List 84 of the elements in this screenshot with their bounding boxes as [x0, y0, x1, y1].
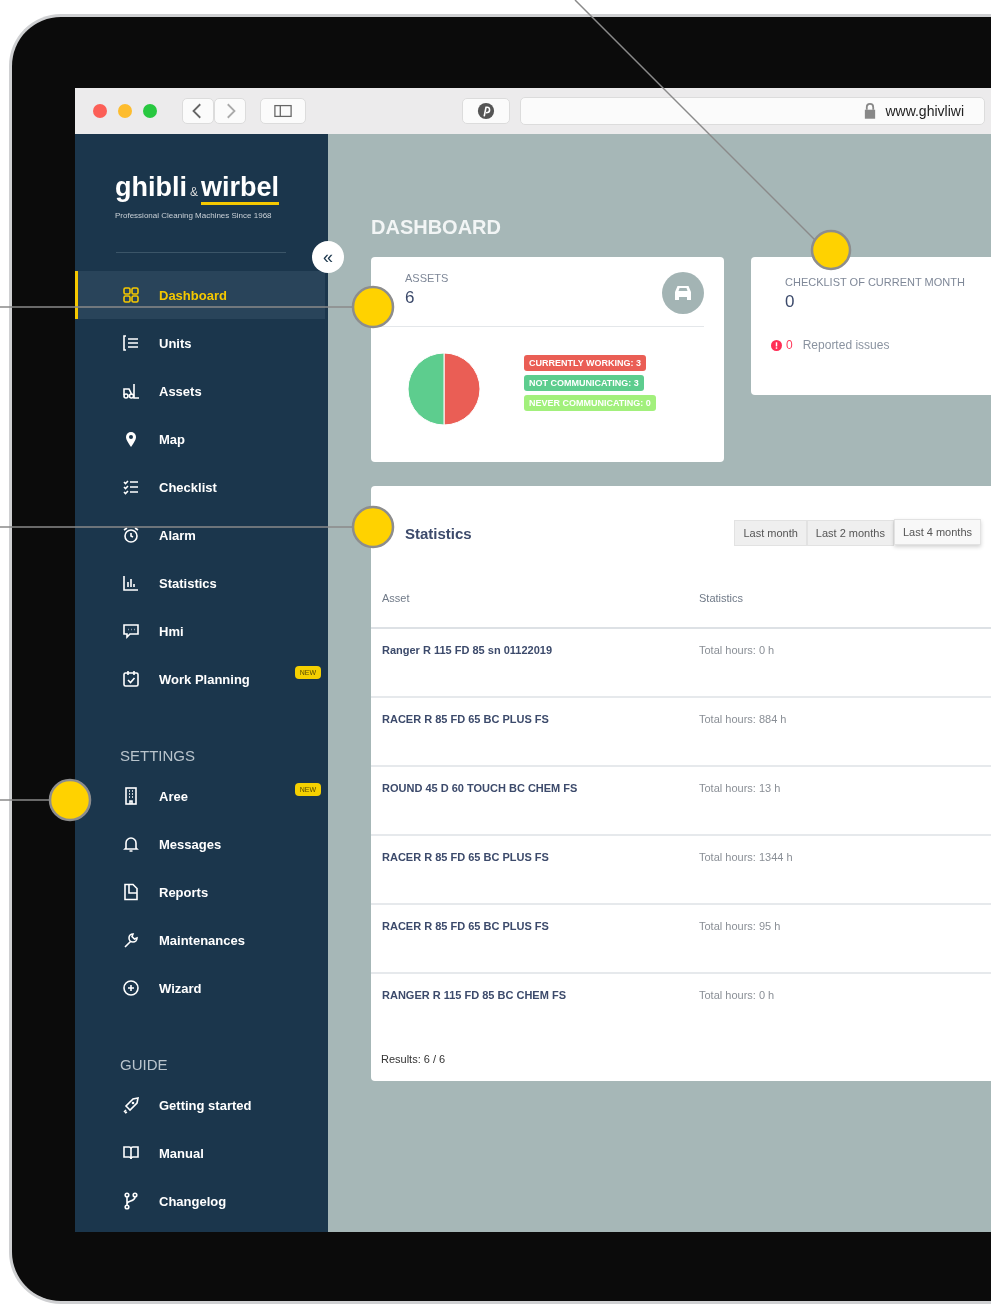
- leader-line: [0, 799, 50, 801]
- table-cell-text: RACER R 85 FD 65 BC PLUS FS: [381, 713, 550, 727]
- extension-button[interactable]: [462, 98, 510, 124]
- legend-badge: CURRENTLY WORKING: 3: [524, 355, 646, 371]
- callout-dot: [810, 229, 852, 271]
- callout-dot: [48, 778, 92, 822]
- table-cell-text: Total hours: 1344 h: [699, 851, 793, 865]
- nav-item[interactable]: Wizard: [92, 964, 325, 1012]
- book-icon: [122, 1144, 140, 1162]
- card-value: 6: [405, 288, 416, 308]
- sidebar-toggle-button[interactable]: [260, 98, 306, 124]
- checklist-icon: [122, 478, 140, 496]
- chat-icon: [122, 622, 140, 640]
- sidebar-icon: [274, 102, 292, 120]
- table-cell-text: RACER R 85 FD 65 BC PLUS FS: [381, 920, 550, 934]
- logo-text: wirbel: [201, 172, 280, 205]
- column-header: Asset: [381, 592, 411, 606]
- window-control-icon[interactable]: [118, 104, 132, 118]
- table-cell-text: Total hours: 95 h: [699, 920, 781, 934]
- logo-text: ghibli: [115, 172, 187, 202]
- nav-item[interactable]: Changelog: [92, 1177, 325, 1225]
- legend-badge: NEVER COMMUNICATING: 0: [524, 395, 656, 411]
- range-tab[interactable]: Last month: [734, 520, 807, 546]
- plus-circle-icon: [122, 979, 140, 997]
- issues-label: Reported issues: [802, 338, 890, 352]
- legend-badge: NOT COMMUNICATING: 3: [524, 375, 644, 391]
- table-cell-text: RACER R 85 FD 65 BC PLUS FS: [381, 851, 550, 865]
- nav-item[interactable]: Hmi: [92, 607, 325, 655]
- nav-item[interactable]: Manual: [92, 1129, 325, 1177]
- section-heading: SETTINGS: [119, 747, 196, 764]
- results-count: Results: 6 / 6: [381, 1053, 447, 1065]
- document-icon: [122, 883, 140, 901]
- nav-item[interactable]: Messages: [92, 820, 325, 868]
- alarm-clock-icon: [122, 526, 140, 544]
- table-cell-text: Total hours: 13 h: [699, 782, 781, 796]
- range-tab[interactable]: Last 4 months: [893, 519, 981, 545]
- calendar-icon: [122, 670, 140, 688]
- collapse-button[interactable]: «: [312, 241, 344, 273]
- nav-item[interactable]: Units: [92, 319, 325, 367]
- car-icon: [662, 272, 704, 314]
- section-heading: GUIDE: [119, 1056, 169, 1073]
- nav-item[interactable]: Getting started: [92, 1081, 325, 1129]
- nav-item[interactable]: Assets: [92, 367, 325, 415]
- nav-item[interactable]: Checklist: [92, 463, 325, 511]
- url-text: www.ghivliwi: [885, 103, 964, 119]
- nav-item[interactable]: Map: [92, 415, 325, 463]
- bar-chart-icon: [122, 574, 140, 592]
- nav-item[interactable]: Statistics: [92, 559, 325, 607]
- window-control-icon[interactable]: [93, 104, 107, 118]
- building-icon: [122, 787, 140, 805]
- table-cell-text: ROUND 45 D 60 TOUCH BC CHEM FS: [381, 782, 579, 796]
- table-cell-text: Total hours: 884 h: [699, 713, 787, 727]
- alert-icon: [771, 339, 782, 351]
- bell-icon: [122, 835, 140, 853]
- nav-item[interactable]: Alarm: [92, 511, 325, 559]
- card-label: CHECKLIST OF CURRENT MONTH: [785, 276, 966, 288]
- grid-icon: [122, 286, 140, 304]
- back-button[interactable]: [182, 98, 214, 124]
- table-cell-text: Ranger R 115 FD 85 sn 01122019: [381, 644, 553, 658]
- logo-tagline: Professional Cleaning Machines Since 1968: [115, 211, 272, 220]
- page-title: DASHBOARD: [371, 216, 502, 239]
- table-cell-text: Total hours: 0 h: [699, 644, 775, 658]
- card-title: Statistics: [405, 524, 472, 542]
- nav-item[interactable]: Reports: [92, 868, 325, 916]
- list-icon: [122, 334, 140, 352]
- window-control-icon[interactable]: [143, 104, 157, 118]
- table-cell-text: RANGER R 115 FD 85 BC CHEM FS: [381, 989, 567, 1003]
- column-header: Statistics: [699, 592, 743, 606]
- rocket-icon: [122, 1096, 140, 1114]
- issue-count: 0: [786, 338, 793, 352]
- circle-logo-icon: [477, 102, 495, 120]
- callout-dot: [351, 505, 395, 549]
- address-bar[interactable]: www.ghivliwi: [520, 97, 985, 125]
- forklift-icon: [122, 382, 140, 400]
- table-cell-text: Total hours: 0 h: [699, 989, 775, 1003]
- logo-ampersand: &: [190, 185, 198, 199]
- nav-item[interactable]: Maintenances: [92, 916, 325, 964]
- nav-item[interactable]: Dashboard: [75, 271, 325, 319]
- branch-icon: [122, 1192, 140, 1210]
- card-label: ASSETS: [405, 272, 449, 284]
- wrench-icon: [122, 931, 140, 949]
- callout-dot: [351, 285, 395, 329]
- range-tab[interactable]: Last 2 months: [806, 520, 894, 546]
- card-value: 0: [785, 292, 796, 312]
